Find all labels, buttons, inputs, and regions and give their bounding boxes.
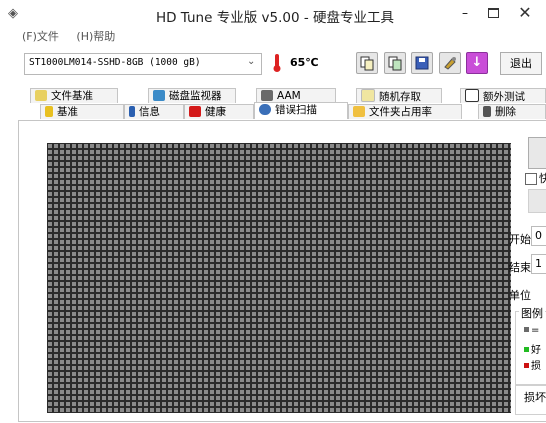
unit-label: 单位 bbox=[509, 289, 531, 302]
trash-icon bbox=[483, 106, 491, 117]
tab-label: 文件夹占用率 bbox=[369, 106, 432, 118]
legend-label: = bbox=[531, 325, 540, 336]
legend-item-block: = bbox=[524, 325, 539, 336]
drive-select-value: ST1000LM014-SSHD-8GB (1000 gB) bbox=[29, 57, 201, 68]
tab-extra-tests[interactable]: 额外测试 bbox=[460, 88, 546, 103]
damage-label: 损坏 bbox=[524, 391, 546, 404]
maximize-button[interactable] bbox=[482, 4, 504, 22]
quick-scan-checkbox[interactable] bbox=[525, 173, 537, 185]
download-icon: ↓ bbox=[471, 55, 483, 70]
end-label: 结束 bbox=[509, 261, 531, 274]
save-icon bbox=[415, 56, 429, 70]
tab-label: 错误扫描 bbox=[275, 104, 317, 116]
quick-scan-label: 快 bbox=[539, 172, 546, 185]
tab-label: 信息 bbox=[139, 106, 160, 118]
maximize-icon bbox=[487, 8, 499, 18]
tab-label: 基准 bbox=[57, 106, 78, 118]
copy-text-icon bbox=[360, 56, 374, 71]
magnifier-icon bbox=[259, 104, 271, 115]
app-icon: ◈ bbox=[8, 6, 18, 21]
window-title: HD Tune 专业版 v5.00 - 硬盘专业工具 bbox=[155, 10, 395, 26]
tab-error-scan[interactable]: 错误扫描 bbox=[254, 102, 348, 119]
speaker-icon bbox=[261, 90, 273, 101]
menu-help[interactable]: (H)帮助 bbox=[76, 30, 115, 43]
tab-label: 文件基准 bbox=[51, 90, 93, 102]
start-input[interactable]: 0 bbox=[531, 226, 546, 246]
extra-tests-icon bbox=[465, 89, 479, 102]
tab-health[interactable]: 健康 bbox=[184, 104, 254, 119]
tab-erase[interactable]: 删除 bbox=[478, 104, 546, 119]
title-bar: ◈ HD Tune 专业版 v5.00 - 硬盘专业工具 – ✕ bbox=[0, 0, 546, 30]
copy-image-button[interactable] bbox=[384, 52, 406, 74]
tab-disk-monitor[interactable]: 磁盘监视器 bbox=[148, 88, 236, 103]
legend-item-good: 好 bbox=[524, 341, 541, 356]
thermometer-icon bbox=[273, 54, 281, 72]
options-icon bbox=[444, 57, 456, 70]
start-label: 开始 bbox=[509, 233, 531, 246]
folder-icon bbox=[353, 106, 365, 117]
options-button[interactable] bbox=[439, 52, 461, 74]
tab-benchmark[interactable]: 基准 bbox=[40, 104, 124, 119]
tab-label: 磁盘监视器 bbox=[169, 90, 222, 102]
block-map-grid bbox=[47, 143, 511, 413]
minimize-button[interactable]: – bbox=[454, 4, 476, 22]
tab-label: AAM bbox=[277, 90, 301, 102]
save-button[interactable] bbox=[411, 52, 433, 74]
tab-label: 额外测试 bbox=[483, 91, 525, 103]
copy-image-icon bbox=[388, 56, 402, 71]
close-button[interactable]: ✕ bbox=[514, 4, 536, 22]
block-swatch bbox=[524, 327, 529, 332]
chevron-down-icon: ⌄ bbox=[247, 56, 256, 67]
secondary-button[interactable] bbox=[528, 189, 546, 213]
error-scan-panel: 快 开始 0 结束 1 单位 图例 = 好 损 损坏 bbox=[18, 120, 546, 422]
tab-folder-usage[interactable]: 文件夹占用率 bbox=[348, 104, 462, 119]
tab-file-benchmark[interactable]: 文件基准 bbox=[30, 88, 118, 103]
tab-aam[interactable]: AAM bbox=[256, 88, 336, 103]
lightbulb-icon bbox=[45, 106, 53, 117]
end-input[interactable]: 1 bbox=[531, 254, 546, 274]
temperature-value: 65℃ bbox=[290, 56, 319, 69]
tab-info[interactable]: 信息 bbox=[124, 104, 184, 119]
start-button[interactable] bbox=[528, 137, 546, 169]
legend-label: 损 bbox=[531, 361, 541, 372]
random-access-icon bbox=[361, 89, 375, 102]
copy-text-button[interactable] bbox=[356, 52, 378, 74]
legend-item-bad: 损 bbox=[524, 357, 541, 372]
tab-label: 随机存取 bbox=[379, 91, 421, 103]
monitor-icon bbox=[153, 90, 165, 101]
tab-label: 健康 bbox=[205, 106, 226, 118]
download-button[interactable]: ↓ bbox=[466, 52, 488, 74]
exit-button[interactable]: 退出 bbox=[500, 52, 542, 75]
info-icon bbox=[129, 106, 135, 117]
question-icon bbox=[35, 90, 47, 101]
good-swatch bbox=[524, 347, 529, 352]
legend-title: 图例 bbox=[519, 305, 545, 321]
bad-swatch bbox=[524, 363, 529, 368]
health-cross-icon bbox=[189, 106, 201, 117]
drive-select[interactable]: ST1000LM014-SSHD-8GB (1000 gB) ⌄ bbox=[24, 53, 262, 75]
menu-bar: (F)文件 (H)帮助 bbox=[22, 28, 129, 44]
tab-label: 删除 bbox=[495, 106, 516, 118]
legend-label: 好 bbox=[531, 345, 541, 356]
tab-random-access[interactable]: 随机存取 bbox=[356, 88, 442, 103]
menu-file[interactable]: (F)文件 bbox=[22, 30, 59, 43]
